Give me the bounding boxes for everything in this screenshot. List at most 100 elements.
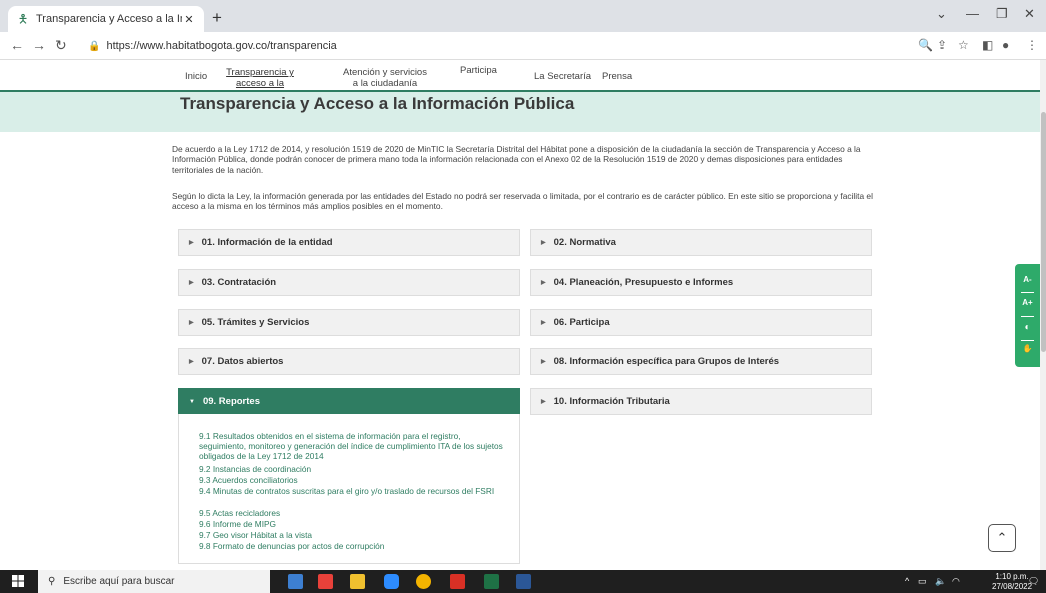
accordion-05[interactable]: ▶ 05. Trámites y Servicios bbox=[178, 309, 520, 336]
tray-chevron-icon[interactable]: ^ bbox=[905, 576, 909, 586]
accordion-03[interactable]: ▶ 03. Contratación bbox=[178, 269, 520, 296]
accordion-label: 08. Información específica para Grupos d… bbox=[553, 356, 780, 367]
accordion-label: 10. Información Tributaria bbox=[553, 396, 670, 407]
page-title: Transparencia y Acceso a la Información … bbox=[180, 94, 575, 113]
browser-tab[interactable]: 🯅 Transparencia y Acceso a la Inform ✕ bbox=[8, 6, 204, 32]
volume-icon[interactable]: 🔈 bbox=[935, 576, 946, 587]
scrollbar-thumb[interactable] bbox=[1041, 112, 1046, 352]
search-icon: ⚲ bbox=[48, 576, 56, 587]
nav-participa[interactable]: Participa bbox=[460, 65, 497, 76]
accordion-label: 04. Planeación, Presupuesto e Informes bbox=[553, 277, 734, 288]
taskbar-app-zoom-icon[interactable] bbox=[384, 574, 399, 589]
caret-right-icon: ▶ bbox=[541, 280, 546, 286]
report-link-9-8[interactable]: 9.8 Formato de denuncias por actos de co… bbox=[199, 541, 509, 551]
back-icon[interactable]: ← bbox=[10, 37, 24, 53]
accordion-07[interactable]: ▶ 07. Datos abiertos bbox=[178, 348, 520, 375]
increase-font-button[interactable]: A+ bbox=[1015, 298, 1040, 307]
report-link-9-5[interactable]: 9.5 Actas recicladores bbox=[199, 508, 509, 518]
double-chevron-up-icon: ⌃ bbox=[996, 530, 1008, 545]
contrast-icon[interactable]: ◐ bbox=[1015, 322, 1040, 333]
tab-title: Transparencia y Acceso a la Inform bbox=[36, 13, 182, 25]
accordion-06[interactable]: ▶ 06. Participa bbox=[530, 309, 872, 336]
taskbar-search[interactable]: ⚲ Escribe aquí para buscar bbox=[38, 570, 270, 593]
taskbar-app-media-icon[interactable] bbox=[318, 574, 333, 589]
clock-date: 27/08/2022 bbox=[992, 582, 1033, 591]
accordion-label: 07. Datos abiertos bbox=[201, 356, 284, 367]
caret-right-icon: ▶ bbox=[189, 320, 194, 326]
caret-right-icon: ▶ bbox=[541, 240, 546, 246]
profile-avatar-icon[interactable]: ● bbox=[1002, 38, 1009, 52]
lock-icon: 🔒 bbox=[88, 40, 101, 52]
report-link-9-7[interactable]: 9.7 Geo visor Hábitat a la vista bbox=[199, 530, 509, 540]
browser-tab-bar: 🯅 Transparencia y Acceso a la Inform ✕ +… bbox=[0, 0, 1046, 32]
report-link-9-4[interactable]: 9.4 Minutas de contratos suscritas para … bbox=[199, 486, 509, 496]
zoom-icon[interactable]: 🔍 bbox=[918, 38, 933, 52]
accordion-label: 09. Reportes bbox=[202, 396, 260, 407]
sign-language-icon[interactable]: ✋ bbox=[1015, 344, 1040, 353]
restore-icon[interactable]: ❐ bbox=[996, 6, 1008, 22]
notification-icon[interactable]: 🗨 bbox=[1028, 576, 1039, 587]
minimize-icon[interactable]: — bbox=[966, 6, 979, 21]
accordion-label: 05. Trámites y Servicios bbox=[201, 317, 310, 328]
share-icon[interactable]: ⇪ bbox=[937, 38, 947, 52]
nav-inicio[interactable]: Inicio bbox=[185, 71, 207, 82]
taskbar-app-people-icon[interactable] bbox=[288, 574, 303, 589]
reload-icon[interactable]: ↻ bbox=[55, 37, 67, 54]
caret-right-icon: ▶ bbox=[189, 280, 194, 286]
taskbar-app-excel-icon[interactable] bbox=[484, 574, 499, 589]
accordion-10[interactable]: ▶ 10. Información Tributaria bbox=[530, 388, 872, 415]
decrease-font-button[interactable]: A- bbox=[1015, 275, 1040, 284]
battery-icon[interactable]: ▭ bbox=[918, 576, 927, 587]
report-link-9-2[interactable]: 9.2 Instancias de coordinación bbox=[199, 464, 509, 474]
accordion-09[interactable]: ▼ 09. Reportes bbox=[178, 388, 520, 415]
caret-right-icon: ▶ bbox=[189, 359, 194, 365]
intro-paragraph-2: Según lo dicta la Ley, la información ge… bbox=[172, 191, 873, 212]
nav-atencion[interactable]: Atención y servicios a la ciudadanía bbox=[341, 67, 429, 89]
nav-prensa[interactable]: Prensa bbox=[602, 71, 632, 82]
close-tab-icon[interactable]: ✕ bbox=[182, 13, 196, 26]
bookmark-star-icon[interactable]: ☆ bbox=[958, 38, 969, 52]
url-text: https://www.habitatbogota.gov.co/transpa… bbox=[106, 40, 337, 52]
accordion-01[interactable]: ▶ 01. Información de la entidad bbox=[178, 229, 520, 256]
windows-taskbar: ⚲ Escribe aquí para buscar ^ ▭ 🔈 ◠ 1:10 … bbox=[0, 570, 1046, 593]
taskbar-app-acrobat-icon[interactable] bbox=[450, 574, 465, 589]
wifi-icon[interactable]: ◠ bbox=[952, 576, 960, 587]
accessibility-widget: A- A+ ◐ ✋ bbox=[1015, 264, 1040, 367]
back-to-top-button[interactable]: ⌃ bbox=[988, 524, 1016, 552]
reportes-panel: 9.1 Resultados obtenidos en el sistema d… bbox=[178, 414, 520, 564]
taskbar-app-files-icon[interactable] bbox=[350, 574, 365, 589]
close-window-icon[interactable]: ✕ bbox=[1024, 6, 1035, 22]
report-link-9-3[interactable]: 9.3 Acuerdos conciliatorios bbox=[199, 475, 509, 485]
menu-kebab-icon[interactable]: ⋮ bbox=[1026, 38, 1038, 52]
report-link-9-6[interactable]: 9.6 Informe de MIPG bbox=[199, 519, 509, 529]
new-tab-icon[interactable]: + bbox=[212, 8, 222, 28]
caret-right-icon: ▶ bbox=[541, 359, 546, 365]
site-favicon-icon: 🯅 bbox=[17, 12, 29, 26]
url-field[interactable]: 🔒 https://www.habitatbogota.gov.co/trans… bbox=[80, 35, 960, 57]
caret-right-icon: ▶ bbox=[541, 399, 546, 405]
intro-paragraph-1: De acuerdo a la Ley 1712 de 2014, y reso… bbox=[172, 144, 861, 175]
accordion-label: 01. Información de la entidad bbox=[201, 237, 333, 248]
site-navigation: Inicio Transparencia y acceso a la infor… bbox=[0, 60, 1040, 111]
clock-time: 1:10 p.m. bbox=[995, 572, 1029, 581]
caret-right-icon: ▶ bbox=[541, 320, 546, 326]
accordion-02[interactable]: ▶ 02. Normativa bbox=[530, 229, 872, 256]
accordion-08[interactable]: ▶ 08. Información específica para Grupos … bbox=[530, 348, 872, 375]
taskbar-app-chrome-icon[interactable] bbox=[416, 574, 431, 589]
windows-start-icon[interactable] bbox=[12, 575, 24, 587]
accordion-04[interactable]: ▶ 04. Planeación, Presupuesto e Informes bbox=[530, 269, 872, 296]
chevron-down-icon[interactable]: ⌄ bbox=[936, 6, 947, 22]
forward-icon[interactable]: → bbox=[32, 37, 46, 53]
accordion-label: 06. Participa bbox=[553, 317, 610, 328]
taskbar-app-word-icon[interactable] bbox=[516, 574, 531, 589]
caret-down-icon: ▼ bbox=[189, 398, 195, 405]
accordion-label: 03. Contratación bbox=[201, 277, 277, 288]
report-link-9-1[interactable]: 9.1 Resultados obtenidos en el sistema d… bbox=[199, 431, 509, 461]
system-clock[interactable]: 1:10 p.m. 27/08/2022 bbox=[992, 572, 1032, 592]
nav-secretaria[interactable]: La Secretaría bbox=[534, 71, 591, 82]
page-heading-banner: Transparencia y Acceso a la Información … bbox=[0, 90, 1040, 132]
sidepanel-icon[interactable]: ◧ bbox=[982, 38, 993, 52]
caret-right-icon: ▶ bbox=[189, 240, 194, 246]
accordion-label: 02. Normativa bbox=[553, 237, 616, 248]
taskbar-search-placeholder: Escribe aquí para buscar bbox=[63, 576, 175, 587]
